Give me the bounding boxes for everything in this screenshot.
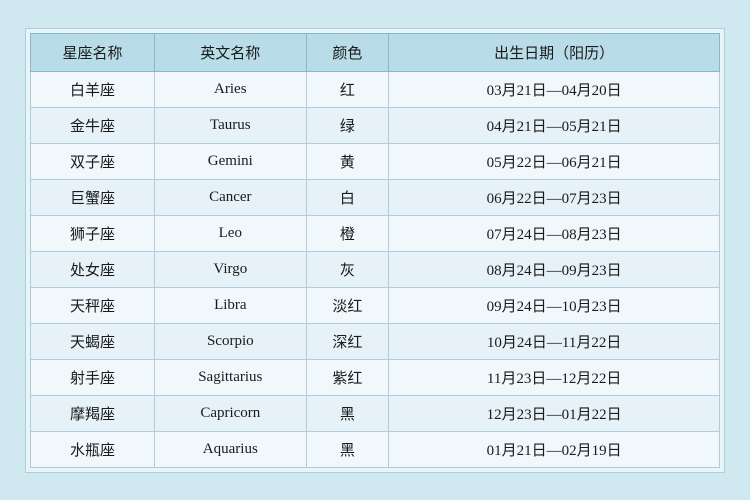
cell-color: 橙 (306, 215, 389, 251)
cell-chinese-name: 摩羯座 (31, 395, 155, 431)
cell-date: 11月23日—12月22日 (389, 359, 720, 395)
cell-color: 淡红 (306, 287, 389, 323)
cell-chinese-name: 天秤座 (31, 287, 155, 323)
cell-date: 03月21日—04月20日 (389, 71, 720, 107)
cell-english-name: Taurus (155, 107, 307, 143)
zodiac-table-container: 星座名称 英文名称 颜色 出生日期（阳历） 白羊座Aries红03月21日—04… (25, 28, 725, 473)
cell-color: 深红 (306, 323, 389, 359)
table-body: 白羊座Aries红03月21日—04月20日金牛座Taurus绿04月21日—0… (31, 71, 720, 467)
table-row: 水瓶座Aquarius黑01月21日—02月19日 (31, 431, 720, 467)
table-row: 白羊座Aries红03月21日—04月20日 (31, 71, 720, 107)
table-row: 天蝎座Scorpio深红10月24日—11月22日 (31, 323, 720, 359)
cell-chinese-name: 处女座 (31, 251, 155, 287)
cell-date: 05月22日—06月21日 (389, 143, 720, 179)
cell-color: 灰 (306, 251, 389, 287)
cell-color: 白 (306, 179, 389, 215)
header-chinese-name: 星座名称 (31, 33, 155, 71)
table-header-row: 星座名称 英文名称 颜色 出生日期（阳历） (31, 33, 720, 71)
cell-color: 黑 (306, 395, 389, 431)
zodiac-table: 星座名称 英文名称 颜色 出生日期（阳历） 白羊座Aries红03月21日—04… (30, 33, 720, 468)
cell-date: 10月24日—11月22日 (389, 323, 720, 359)
cell-english-name: Scorpio (155, 323, 307, 359)
cell-date: 09月24日—10月23日 (389, 287, 720, 323)
cell-color: 绿 (306, 107, 389, 143)
header-english-name: 英文名称 (155, 33, 307, 71)
cell-chinese-name: 狮子座 (31, 215, 155, 251)
cell-chinese-name: 天蝎座 (31, 323, 155, 359)
table-row: 射手座Sagittarius紫红11月23日—12月22日 (31, 359, 720, 395)
cell-chinese-name: 双子座 (31, 143, 155, 179)
cell-date: 08月24日—09月23日 (389, 251, 720, 287)
cell-color: 紫红 (306, 359, 389, 395)
cell-english-name: Libra (155, 287, 307, 323)
cell-chinese-name: 金牛座 (31, 107, 155, 143)
cell-date: 04月21日—05月21日 (389, 107, 720, 143)
table-row: 天秤座Libra淡红09月24日—10月23日 (31, 287, 720, 323)
cell-chinese-name: 水瓶座 (31, 431, 155, 467)
cell-english-name: Aries (155, 71, 307, 107)
cell-english-name: Aquarius (155, 431, 307, 467)
cell-color: 黄 (306, 143, 389, 179)
header-date: 出生日期（阳历） (389, 33, 720, 71)
header-color: 颜色 (306, 33, 389, 71)
cell-english-name: Cancer (155, 179, 307, 215)
cell-chinese-name: 射手座 (31, 359, 155, 395)
cell-english-name: Capricorn (155, 395, 307, 431)
cell-date: 06月22日—07月23日 (389, 179, 720, 215)
cell-date: 07月24日—08月23日 (389, 215, 720, 251)
cell-chinese-name: 巨蟹座 (31, 179, 155, 215)
cell-english-name: Leo (155, 215, 307, 251)
table-row: 狮子座Leo橙07月24日—08月23日 (31, 215, 720, 251)
table-row: 处女座Virgo灰08月24日—09月23日 (31, 251, 720, 287)
table-row: 金牛座Taurus绿04月21日—05月21日 (31, 107, 720, 143)
table-row: 巨蟹座Cancer白06月22日—07月23日 (31, 179, 720, 215)
table-row: 摩羯座Capricorn黑12月23日—01月22日 (31, 395, 720, 431)
cell-english-name: Sagittarius (155, 359, 307, 395)
cell-english-name: Gemini (155, 143, 307, 179)
cell-color: 黑 (306, 431, 389, 467)
cell-date: 01月21日—02月19日 (389, 431, 720, 467)
cell-color: 红 (306, 71, 389, 107)
table-row: 双子座Gemini黄05月22日—06月21日 (31, 143, 720, 179)
cell-chinese-name: 白羊座 (31, 71, 155, 107)
cell-date: 12月23日—01月22日 (389, 395, 720, 431)
cell-english-name: Virgo (155, 251, 307, 287)
